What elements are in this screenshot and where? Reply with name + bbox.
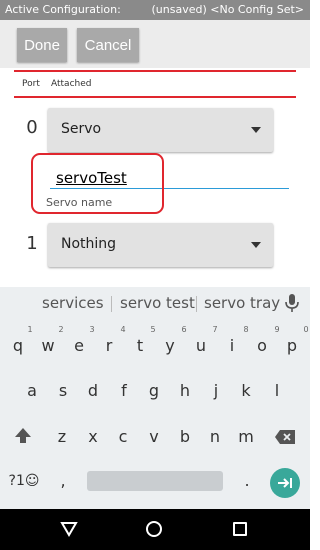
key-g[interactable]: g: [144, 381, 164, 400]
port-0-device-dropdown[interactable]: Servo: [48, 108, 273, 152]
key-s[interactable]: s: [53, 381, 73, 400]
port-number-1: 1: [26, 233, 38, 254]
key-hint: 2: [58, 325, 64, 334]
key-p[interactable]: p: [282, 336, 302, 355]
action-bar: Done Cancel: [0, 20, 310, 68]
system-nav-bar: [0, 509, 310, 550]
key-l[interactable]: l: [267, 381, 287, 400]
key-z[interactable]: z: [52, 427, 72, 446]
symbols-key[interactable]: ?1☺: [8, 473, 40, 489]
key-i[interactable]: i: [222, 336, 242, 355]
key-w[interactable]: w: [38, 336, 58, 355]
shift-icon[interactable]: [13, 427, 33, 449]
key-q[interactable]: q: [8, 336, 28, 355]
suggestion-strip: services servo test servo tray: [0, 287, 310, 319]
spacebar[interactable]: [87, 471, 223, 491]
key-v[interactable]: v: [144, 427, 164, 446]
microphone-icon[interactable]: [283, 293, 301, 317]
key-hint: 4: [120, 325, 126, 334]
enter-icon[interactable]: [270, 468, 300, 498]
key-c[interactable]: c: [113, 427, 133, 446]
config-label: Active Configuration:: [5, 3, 121, 16]
dropdown-arrow-icon: [251, 127, 261, 133]
config-status-bar: Active Configuration: (unsaved) <No Conf…: [0, 0, 310, 20]
port-column-header: Port: [22, 79, 40, 89]
key-n[interactable]: n: [205, 427, 225, 446]
port-number-0: 0: [26, 117, 38, 138]
key-e[interactable]: e: [69, 336, 89, 355]
key-x[interactable]: x: [83, 427, 103, 446]
suggestion-item[interactable]: servo tray: [204, 294, 280, 312]
cancel-button[interactable]: Cancel: [77, 28, 139, 62]
port-0-selected-device: Servo: [61, 121, 102, 137]
key-hint: 6: [181, 325, 187, 334]
key-hint: 0: [303, 325, 309, 334]
header-divider-bottom: [14, 96, 296, 98]
key-b[interactable]: b: [175, 427, 195, 446]
key-k[interactable]: k: [236, 381, 256, 400]
back-icon[interactable]: [60, 521, 78, 541]
annotation-highlight-box: [31, 153, 164, 214]
recent-apps-icon[interactable]: [233, 522, 247, 536]
key-r[interactable]: r: [99, 336, 119, 355]
done-button[interactable]: Done: [17, 28, 67, 62]
dropdown-arrow-icon: [251, 242, 261, 248]
key-hint: 9: [274, 325, 280, 334]
key-f[interactable]: f: [114, 381, 134, 400]
key-h[interactable]: h: [175, 381, 195, 400]
key-hint: 5: [150, 325, 156, 334]
suggestion-divider: [111, 296, 112, 312]
header-divider-top: [14, 70, 296, 72]
key-u[interactable]: u: [191, 336, 211, 355]
key-hint: 8: [243, 325, 249, 334]
config-status: (unsaved) <No Config Set>: [151, 3, 305, 16]
suggestion-divider: [196, 296, 197, 312]
period-key[interactable]: .: [237, 471, 257, 490]
key-t[interactable]: t: [130, 336, 150, 355]
key-hint: 1: [27, 325, 33, 334]
key-a[interactable]: a: [22, 381, 42, 400]
soft-keyboard: services servo test servo tray 1 2 3 4 5…: [0, 287, 310, 509]
backspace-icon[interactable]: [274, 429, 296, 449]
key-hint: 7: [212, 325, 218, 334]
key-o[interactable]: o: [252, 336, 272, 355]
key-j[interactable]: j: [206, 381, 226, 400]
key-m[interactable]: m: [236, 427, 256, 446]
key-y[interactable]: y: [160, 336, 180, 355]
suggestion-item[interactable]: services: [42, 294, 104, 312]
port-1-device-dropdown[interactable]: Nothing: [48, 223, 273, 267]
attached-column-header: Attached: [51, 79, 92, 89]
suggestion-item[interactable]: servo test: [120, 294, 195, 312]
key-d[interactable]: d: [83, 381, 103, 400]
home-icon[interactable]: [146, 521, 162, 537]
port-1-selected-device: Nothing: [61, 236, 117, 252]
key-hint: 3: [89, 325, 95, 334]
comma-key[interactable]: ,: [53, 471, 73, 490]
